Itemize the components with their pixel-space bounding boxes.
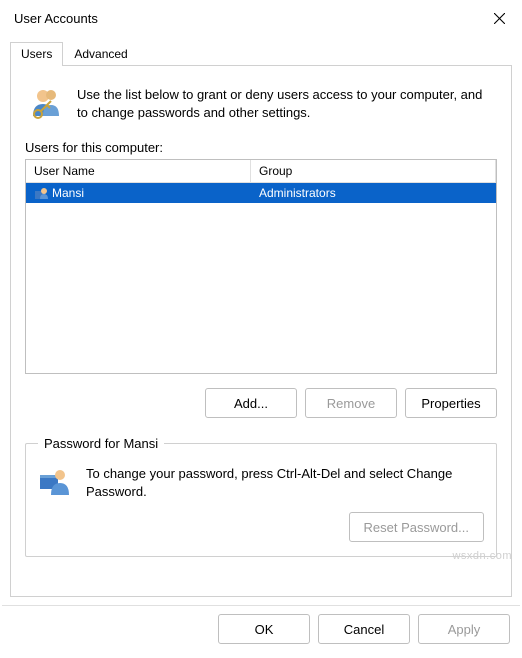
watermark-text: wsxdn.com xyxy=(452,550,512,562)
apply-button[interactable]: Apply xyxy=(418,614,510,644)
users-listview[interactable]: User Name Group Mansi xyxy=(25,159,497,374)
tab-content-users: Use the list below to grant or deny user… xyxy=(10,65,512,597)
users-keys-icon xyxy=(29,86,65,122)
column-header-username[interactable]: User Name xyxy=(26,160,251,182)
column-header-group[interactable]: Group xyxy=(251,160,496,182)
intro-text: Use the list below to grant or deny user… xyxy=(77,86,493,121)
tab-users[interactable]: Users xyxy=(10,42,63,65)
user-accounts-dialog: User Accounts Users Advanced xyxy=(0,0,522,658)
titlebar: User Accounts xyxy=(0,0,522,36)
cell-group-text: Administrators xyxy=(259,186,336,200)
window-title: User Accounts xyxy=(14,11,98,26)
tab-advanced[interactable]: Advanced xyxy=(63,42,138,65)
ok-button[interactable]: OK xyxy=(218,614,310,644)
password-instruction-text: To change your password, press Ctrl-Alt-… xyxy=(86,465,484,500)
password-user-icon xyxy=(38,465,72,499)
intro-row: Use the list below to grant or deny user… xyxy=(25,80,497,134)
reset-password-button[interactable]: Reset Password... xyxy=(349,512,485,542)
properties-button[interactable]: Properties xyxy=(405,388,497,418)
user-icon xyxy=(34,186,48,200)
cell-username-text: Mansi xyxy=(52,186,84,200)
tab-strip: Users Advanced xyxy=(0,36,522,65)
close-button[interactable] xyxy=(476,3,522,33)
table-row[interactable]: Mansi Administrators xyxy=(26,183,496,203)
cell-group: Administrators xyxy=(251,184,496,202)
dialog-footer: OK Cancel Apply xyxy=(2,605,520,658)
remove-user-button[interactable]: Remove xyxy=(305,388,397,418)
password-groupbox: Password for Mansi To change your passwo… xyxy=(25,436,497,557)
cancel-button[interactable]: Cancel xyxy=(318,614,410,644)
password-groupbox-legend: Password for Mansi xyxy=(38,436,164,451)
cell-username: Mansi xyxy=(26,184,251,202)
users-listview-body: Mansi Administrators xyxy=(26,183,496,372)
tab-underline xyxy=(10,65,512,66)
add-user-button[interactable]: Add... xyxy=(205,388,297,418)
users-listview-header: User Name Group xyxy=(26,160,496,183)
users-button-row: Add... Remove Properties xyxy=(25,388,497,418)
users-list-label: Users for this computer: xyxy=(25,140,497,155)
close-icon xyxy=(494,13,505,24)
